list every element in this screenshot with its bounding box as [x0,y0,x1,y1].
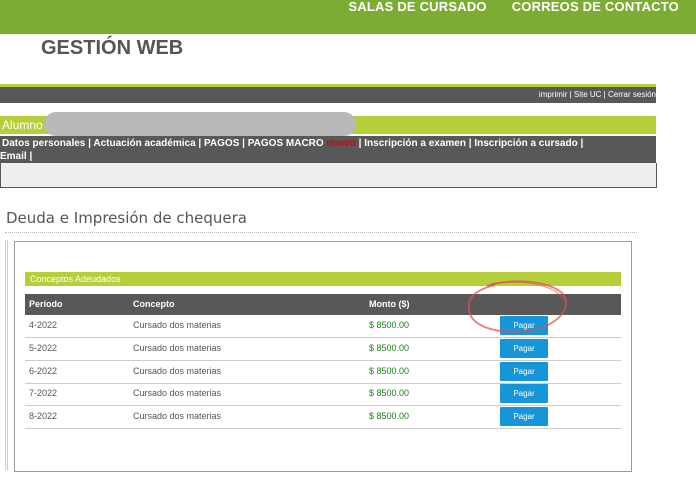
nuevo-badge: nuevo [326,138,356,149]
menu-inscripcion-cursado[interactable]: Inscripción a cursado [474,138,577,149]
header-periodo: Período [29,299,63,309]
menu-pagos-macro[interactable]: PAGOS MACRO [248,138,324,149]
table-row: 7-2022 Cursado dos materias $ 8500.00 Pa… [25,383,621,406]
pagar-button[interactable]: Pagar [500,384,548,403]
concepto-cell: Cursado dos materias [133,343,222,353]
menu-pagos[interactable]: PAGOS [204,138,239,149]
header-concepto: Concepto [133,299,175,309]
header-monto: Monto ($) [369,299,410,309]
content-left-rule [5,240,8,470]
menu-separator: | [577,138,584,149]
concepto-cell: Cursado dos materias [133,320,222,330]
student-label: Alumno [2,118,43,132]
top-nav-salas-link[interactable]: SALAS DE CURSADO [348,0,486,14]
cerrar-sesion-link[interactable]: Cerrar sesión [608,90,656,99]
table-row: 5-2022 Cursado dos materias $ 8500.00 Pa… [25,338,621,361]
imprimir-link[interactable]: imprimir [539,90,567,99]
site-title: GESTIÓN WEB [41,37,184,59]
main-menu: Datos personales | Actuación académica |… [0,136,656,163]
pagar-button[interactable]: Pagar [500,339,548,358]
menu-actuacion-academica[interactable]: Actuación académica [93,138,195,149]
menu-separator: | [355,138,365,149]
menu-separator: | [239,138,248,149]
menu-inscripcion-examen[interactable]: Inscripción a examen [364,138,466,149]
menu-separator: | [26,151,33,162]
page-title: Deuda e Impresión de chequera [6,209,247,227]
top-nav-correos-link[interactable]: CORREOS DE CONTACTO [512,0,679,14]
utility-bar: imprimir | Site UC | Cerrar sesión [0,87,656,103]
student-bar: Alumno [0,112,656,136]
title-underline [5,232,637,233]
concepto-cell: Cursado dos materias [133,411,222,421]
periodo-cell: 7-2022 [29,388,58,398]
section-title: Conceptos Adeudados [30,274,121,284]
menu-datos-personales[interactable]: Datos personales [2,138,85,149]
main-menu-line-1: Datos personales | Actuación académica |… [2,137,583,150]
monto-cell: $ 8500.00 [369,320,410,330]
monto-cell: $ 8500.00 [369,343,410,353]
periodo-cell: 4-2022 [29,320,58,330]
table-row: 8-2022 Cursado dos materias $ 8500.00 Pa… [25,406,621,429]
periodo-cell: 5-2022 [29,343,58,353]
menu-email[interactable]: Email [0,151,27,162]
concepto-cell: Cursado dos materias [133,388,222,398]
annotation-stroke [490,281,565,301]
main-menu-line-2: Email | [0,150,32,163]
menu-separator: | [195,138,204,149]
top-nav: SALAS DE CURSADO CORREOS DE CONTACTO [348,0,679,14]
site-uc-link[interactable]: Site UC [574,90,602,99]
table-row: 6-2022 Cursado dos materias $ 8500.00 Pa… [25,361,621,384]
pagar-button[interactable]: Pagar [500,407,548,426]
monto-cell: $ 8500.00 [369,366,410,376]
monto-cell: $ 8500.00 [369,411,410,421]
submenu-area [0,163,657,188]
periodo-cell: 6-2022 [29,366,58,376]
monto-cell: $ 8500.00 [369,388,410,398]
utility-links: imprimir | Site UC | Cerrar sesión [539,90,656,99]
top-bar: SALAS DE CURSADO CORREOS DE CONTACTO [0,0,696,34]
pagar-button[interactable]: Pagar [500,362,548,381]
periodo-cell: 8-2022 [29,411,58,421]
concepto-cell: Cursado dos materias [133,366,222,376]
redacted-student-name [44,112,356,136]
annotation-circle [467,280,567,333]
